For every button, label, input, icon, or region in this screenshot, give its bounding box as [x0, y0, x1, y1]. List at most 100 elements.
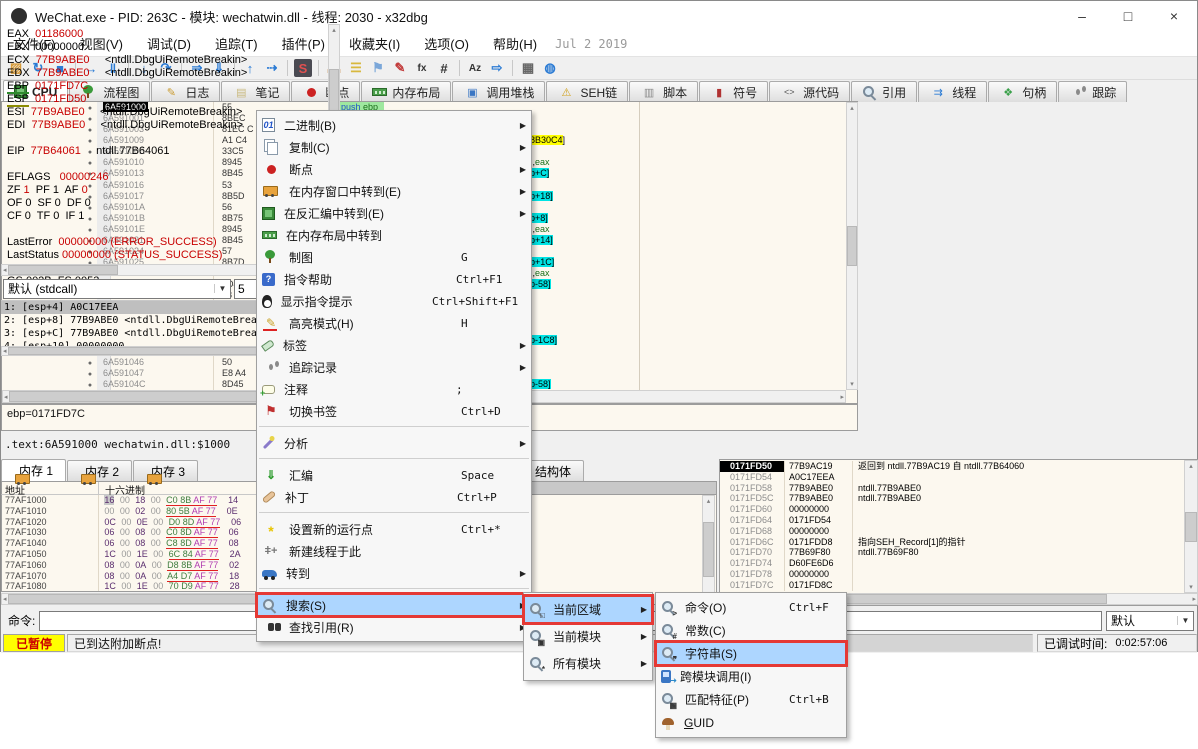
tab-内存 3[interactable]: 内存 3	[133, 460, 198, 481]
menu-item-goto[interactable]: 转到▶	[257, 562, 531, 584]
menu-item-guid[interactable]: GUID	[656, 711, 846, 734]
stack-vscrollbar[interactable]: ▴▾	[1184, 460, 1198, 593]
menu-item-graph[interactable]: 制图G	[257, 246, 531, 268]
fx-icon[interactable]: fx	[411, 59, 433, 78]
world-icon[interactable]: ◍	[539, 59, 561, 78]
scroll-right-arrow[interactable]: ▸	[1191, 594, 1197, 604]
scroll-right-arrow[interactable]: ▸	[839, 392, 845, 402]
menu-item-all-modules[interactable]: *所有模块▶	[524, 650, 652, 677]
menu-item-command[interactable]: >命令(O)Ctrl+F	[656, 596, 846, 619]
menu-item-search[interactable]: 搜索(S)▶	[257, 594, 531, 616]
stack-value: 00000000	[784, 526, 852, 537]
menu-item-pattern[interactable]: ▦匹配特征(P)Ctrl+B	[656, 688, 846, 711]
menu-item-copy[interactable]: 复制(C)▶	[257, 136, 531, 158]
maximize-button[interactable]: □	[1105, 1, 1151, 31]
register-line[interactable]: ESP 0171FD50	[7, 92, 323, 105]
stack-row[interactable]: 0171FD5877B9ABE0ntdll.77B9ABE0	[720, 483, 1184, 494]
hash-icon[interactable]: #	[433, 59, 455, 78]
stack-row[interactable]: 0171FD6000000000	[720, 504, 1184, 515]
scroll-up-arrow[interactable]: ▴	[849, 103, 855, 113]
hex-column-header[interactable]: 十六进制	[99, 482, 145, 494]
calculator-icon[interactable]: ▦	[517, 59, 539, 78]
tab-引用[interactable]: 引用	[851, 81, 917, 102]
stack-row[interactable]: 0171FD7077B69F80ntdll.77B69F80	[720, 547, 1184, 558]
calling-convention-select[interactable]: 默认 (stdcall) ▼	[3, 279, 231, 299]
menu-item-breakpoint[interactable]: 断点▶	[257, 158, 531, 180]
menu-item-instruction-help[interactable]: 指令帮助Ctrl+F1	[257, 268, 531, 290]
register-line[interactable]: EBP 0171FD7C	[7, 79, 323, 92]
tab-源代码[interactable]: <>源代码	[769, 81, 850, 102]
locals-vscrollbar[interactable]: ▴▾	[702, 495, 715, 603]
menu-item-current-region[interactable]: □当前区域▶	[524, 596, 652, 623]
menu-item-string-references[interactable]: ❞字符串(S)	[656, 642, 846, 665]
scroll-up-arrow[interactable]: ▴	[331, 25, 337, 35]
stack-row[interactable]: 0171FD6800000000	[720, 526, 1184, 537]
tab-脚本[interactable]: ▥脚本	[629, 81, 698, 102]
stack-row[interactable]: 0171FD6C0171FDD8指向SEH_Record[1]的指针	[720, 537, 1184, 548]
menu-item-show-mnemonic-brief[interactable]: 显示指令提示Ctrl+Shift+F1	[257, 290, 531, 312]
minimize-button[interactable]: –	[1059, 1, 1105, 31]
menu-item-toggle-bookmark[interactable]: 切换书签Ctrl+D	[257, 400, 531, 422]
breakpoint-dot-icon[interactable]: ●	[2, 379, 97, 390]
tab-跟踪[interactable]: 跟踪	[1058, 81, 1127, 102]
tab-线程[interactable]: ⇉线程	[918, 81, 987, 102]
tab-符号[interactable]: ▮符号	[699, 81, 768, 102]
stack-row[interactable]: 0171FD640171FD54	[720, 515, 1184, 526]
command-icon: >	[661, 600, 676, 615]
menu-item-follow-in-dump[interactable]: 在内存窗口中转到(E)▶	[257, 180, 531, 202]
stack-row[interactable]: 0171FD5C77B9ABE0ntdll.77B9ABE0	[720, 493, 1184, 504]
hex-byte: 77	[208, 527, 218, 537]
menu-item-patch[interactable]: 补丁Ctrl+P	[257, 486, 531, 508]
menu-item-set-new-origin[interactable]: 设置新的运行点Ctrl+*	[257, 518, 531, 540]
scroll-up-arrow[interactable]: ▴	[1188, 461, 1194, 471]
menu-item-intermodular-calls[interactable]: 跨模块调用(I)	[656, 665, 846, 688]
menu-item-find-references[interactable]: 查找引用(R)▶	[257, 616, 531, 638]
register-line[interactable]: EAX 01186000	[7, 27, 323, 40]
menu-item-current-module[interactable]: ▣当前模块▶	[524, 623, 652, 650]
stack-row[interactable]: 0171FD7C0171FD8C	[720, 580, 1184, 591]
tab-内存布局[interactable]: 内存布局	[361, 81, 451, 102]
menu-item-assemble[interactable]: 汇编Space	[257, 464, 531, 486]
submenu-arrow-icon: ▶	[638, 659, 652, 668]
menubar-item[interactable]: 选项(O)	[412, 30, 481, 57]
menu-item-binary[interactable]: 01二进制(B)▶	[257, 114, 531, 136]
tab-内存 2[interactable]: 内存 2	[67, 460, 132, 481]
menu-item-label[interactable]: 标签▶	[257, 334, 531, 356]
stack-row[interactable]: 0171FD5077B9AC19返回到 ntdll.77B9AC19 自 ntd…	[720, 461, 1184, 472]
favorites-icon[interactable]: ☰	[345, 59, 367, 78]
register-line[interactable]: ECX 77B9ABE0 <ntdll.DbgUiRemoteBreakin>	[7, 53, 323, 66]
hex-byte: 00	[152, 571, 162, 581]
stack-row[interactable]: 0171FD54A0C17EEA	[720, 472, 1184, 483]
modules-icon[interactable]: ⇨	[486, 59, 508, 78]
menu-item-follow-in-disassembler[interactable]: 在反汇编中转到(E)▶	[257, 202, 531, 224]
menu-item-follow-in-memory-map[interactable]: 在内存布局中转到	[257, 224, 531, 246]
tab-句柄[interactable]: ❖句柄	[988, 81, 1057, 102]
tab-内存 1[interactable]: 内存 1	[1, 459, 66, 481]
stack-row[interactable]: 0171FD7800000000	[720, 569, 1184, 580]
menu-item-analysis[interactable]: 分析▶	[257, 432, 531, 454]
menu-item-highlighting-mode[interactable]: 高亮模式(H)H	[257, 312, 531, 334]
disassembly-vscrollbar[interactable]: ▴▾	[846, 102, 858, 390]
highlight-icon[interactable]: ✎	[389, 59, 411, 78]
scroll-down-arrow[interactable]: ▾	[849, 379, 855, 389]
hex-byte: 00	[120, 527, 130, 537]
menu-item-create-thread-here[interactable]: 新建线程于此	[257, 540, 531, 562]
az-icon[interactable]: Az	[464, 59, 486, 78]
register-line[interactable]: EBX 00000000	[7, 40, 323, 53]
tab-SEH链[interactable]: ⚠SEH链	[546, 81, 628, 102]
menubar-item[interactable]: 收藏夹(I)	[337, 30, 412, 57]
menu-item-trace-record[interactable]: 追踪记录▶	[257, 356, 531, 378]
menu-item-constant[interactable]: #常数(C)	[656, 619, 846, 642]
label-icon[interactable]: ⚑	[367, 59, 389, 78]
stack-row[interactable]: 0171FD74D60FE6D6	[720, 558, 1184, 569]
register-line[interactable]: EDX 77B9ABE0 <ntdll.DbgUiRemoteBreakin>	[7, 66, 323, 79]
command-mode-select[interactable]: 默认 ▼	[1106, 611, 1194, 631]
scroll-up-arrow[interactable]: ▴	[706, 496, 712, 506]
scroll-down-arrow[interactable]: ▾	[1188, 582, 1194, 592]
tab-调用堆栈[interactable]: ▣调用堆栈	[452, 81, 545, 102]
close-button[interactable]: ×	[1151, 1, 1197, 31]
stack-rows[interactable]: 0171FD5077B9AC19返回到 ntdll.77B9AC19 自 ntd…	[720, 460, 1184, 593]
stack-panel[interactable]: 0171FD5077B9AC19返回到 ntdll.77B9AC19 自 ntd…	[719, 459, 1198, 606]
menubar-item[interactable]: 帮助(H)	[481, 30, 549, 57]
menu-item-comment[interactable]: 注释;	[257, 378, 531, 400]
